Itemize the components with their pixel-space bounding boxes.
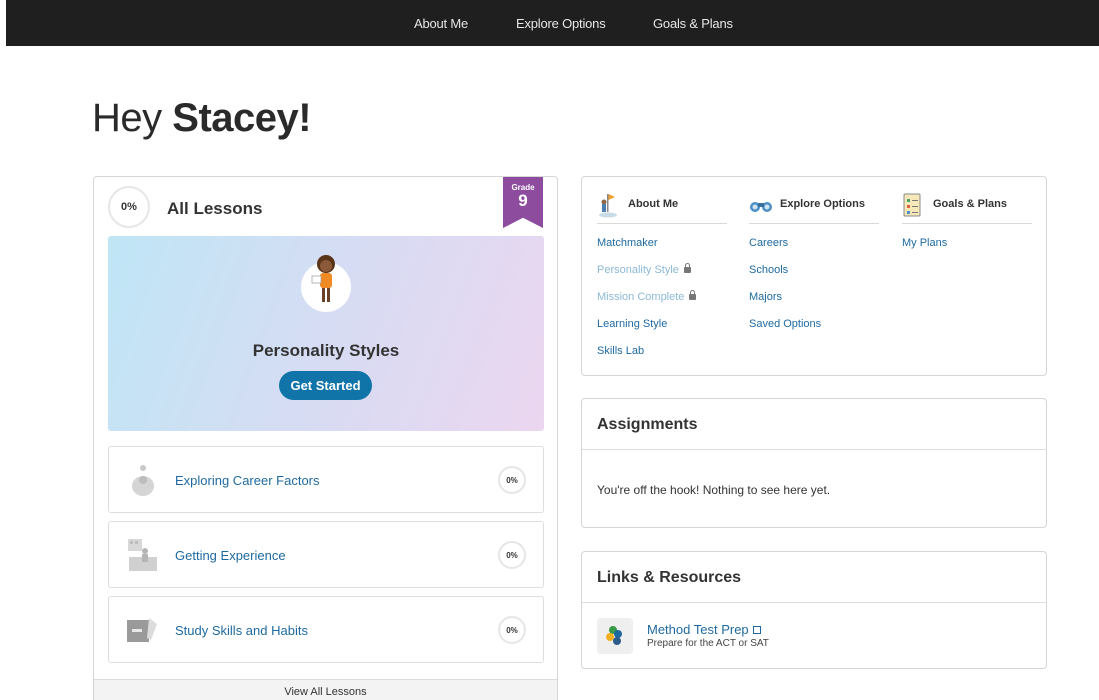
view-all-lessons-link[interactable]: View All Lessons [94, 679, 557, 700]
explore-options-column: Explore Options Careers Schools Majors S… [749, 192, 879, 344]
lessons-progress-circle: 0% [108, 186, 150, 228]
assignments-title: Assignments [582, 399, 1046, 450]
lessons-card: 0% All Lessons Grade 9 Personality Style… [93, 176, 558, 700]
link-mission-complete[interactable]: Mission Complete [597, 290, 727, 317]
lesson-row-exploring-career-factors[interactable]: Exploring Career Factors 0% [108, 446, 544, 513]
lesson-row-study-skills[interactable]: Study Skills and Habits 0% [108, 596, 544, 663]
study-skills-icon [127, 618, 157, 642]
link-skills-lab[interactable]: Skills Lab [597, 344, 727, 371]
student-avatar-icon [301, 255, 351, 312]
grade-ribbon: Grade 9 [503, 177, 543, 228]
link-saved-options[interactable]: Saved Options [749, 317, 879, 344]
link-label: Personality Style [597, 264, 679, 276]
getting-experience-icon [128, 539, 157, 571]
about-me-column: About Me Matchmaker Personality Style Mi… [597, 192, 727, 371]
get-started-button[interactable]: Get Started [279, 371, 372, 400]
nav-explore-options[interactable]: Explore Options [516, 16, 606, 31]
lessons-title: All Lessons [167, 199, 263, 218]
nav-about-me[interactable]: About Me [414, 16, 468, 31]
checklist-icon [903, 193, 921, 217]
featured-lesson: Personality Styles Get Started [108, 236, 544, 431]
lesson-label: Getting Experience [175, 548, 286, 563]
person-flag-icon [599, 194, 617, 218]
column-header: Goals & Plans [902, 192, 1032, 224]
column-header: Explore Options [749, 192, 879, 224]
links-resources-card: Links & Resources Method Test Prep Prepa… [581, 551, 1047, 669]
grade-value: 9 [518, 191, 528, 210]
column-header: About Me [597, 192, 727, 224]
link-majors[interactable]: Majors [749, 290, 879, 317]
link-label: Mission Complete [597, 291, 685, 303]
lesson-progress-circle: 0% [498, 466, 526, 494]
lock-icon [683, 263, 691, 273]
link-label: Skills Lab [597, 345, 645, 357]
top-navigation: About Me Explore Options Goals & Plans [6, 0, 1099, 46]
column-heading: About Me [628, 198, 679, 210]
lesson-label: Study Skills and Habits [175, 623, 308, 638]
featured-lesson-title: Personality Styles [252, 341, 400, 360]
greeting-prefix: Hey [92, 96, 162, 140]
lesson-progress-circle: 0% [498, 616, 526, 644]
greeting-name: Stacey! [172, 96, 312, 140]
quick-nav-card: About Me Matchmaker Personality Style Mi… [581, 176, 1047, 376]
lock-icon [689, 290, 697, 300]
links-resources-title: Links & Resources [582, 552, 1046, 603]
career-factors-icon [132, 465, 154, 496]
lesson-label: Exploring Career Factors [175, 473, 320, 488]
link-schools[interactable]: Schools [749, 263, 879, 290]
link-label: Matchmaker [597, 237, 658, 249]
page-greeting: Hey Stacey! [92, 96, 312, 141]
resource-subtitle: Prepare for the ACT or SAT [647, 638, 769, 649]
external-link-icon [752, 626, 761, 634]
link-learning-style[interactable]: Learning Style [597, 317, 727, 344]
column-heading: Explore Options [780, 198, 865, 210]
link-careers[interactable]: Careers [749, 236, 879, 263]
link-matchmaker[interactable]: Matchmaker [597, 236, 727, 263]
nav-goals-plans[interactable]: Goals & Plans [653, 16, 733, 31]
link-personality-style[interactable]: Personality Style [597, 263, 727, 290]
link-label: Learning Style [597, 318, 668, 330]
link-my-plans[interactable]: My Plans [902, 236, 1032, 263]
assignments-empty-message: You're off the hook! Nothing to see here… [597, 483, 831, 497]
assignments-card: Assignments You're off the hook! Nothing… [581, 398, 1047, 528]
goals-plans-column: Goals & Plans My Plans [902, 192, 1032, 263]
lesson-progress-circle: 0% [498, 541, 526, 569]
method-test-prep-link[interactable]: Method Test Prep [647, 622, 761, 637]
column-heading: Goals & Plans [933, 198, 1007, 210]
binoculars-icon [750, 202, 772, 212]
lesson-row-getting-experience[interactable]: Getting Experience 0% [108, 521, 544, 588]
resource-title: Method Test Prep [647, 622, 749, 637]
method-test-prep-icon [597, 618, 633, 654]
